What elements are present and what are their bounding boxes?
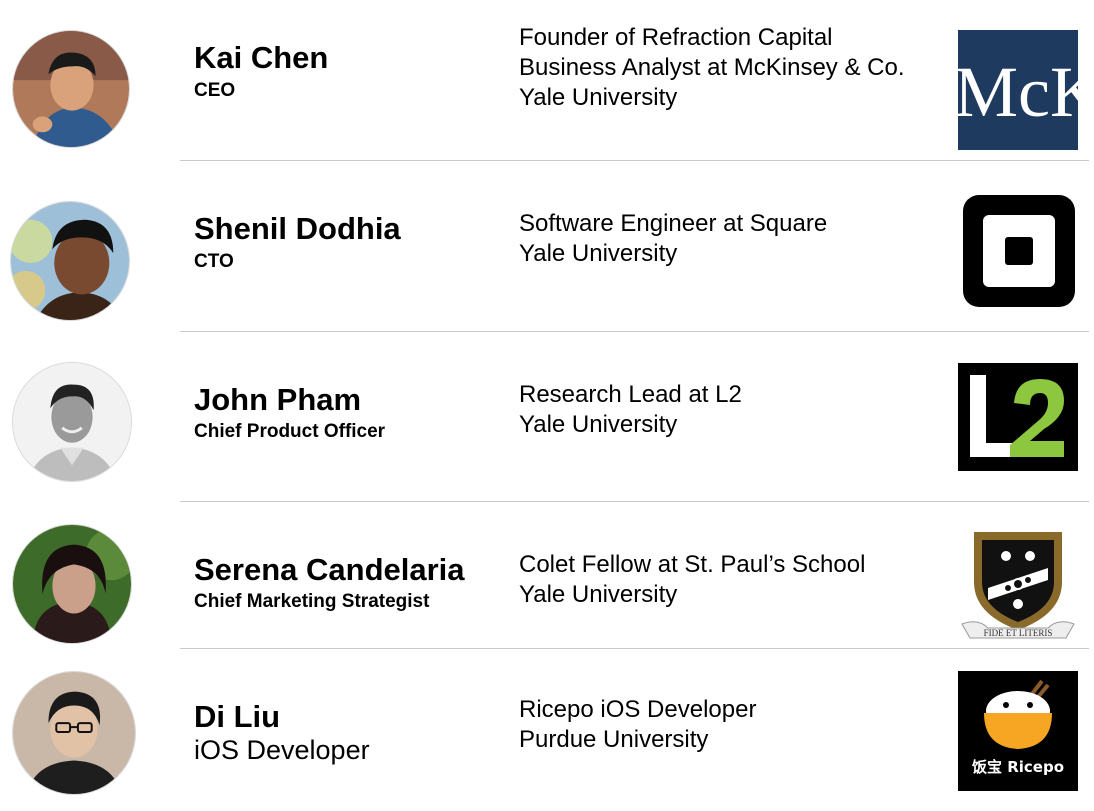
detail-line: Yale University: [519, 411, 678, 438]
member-name: Serena Candelaria: [194, 552, 465, 587]
member-name: John Pham: [194, 382, 362, 417]
avatar-john-pham: [12, 362, 132, 482]
member-name: Di Liu: [194, 699, 281, 734]
member-name: Shenil Dodhia: [194, 211, 401, 246]
member-details: Ricepo iOS Developer Purdue University: [519, 695, 756, 755]
detail-line: Research Lead at L2: [519, 381, 742, 408]
l2-logo: [958, 363, 1078, 471]
member-role: iOS Developer: [194, 735, 370, 765]
detail-line: Yale University: [519, 84, 678, 111]
ricepo-logo-text: 饭宝 Ricepo: [971, 758, 1064, 776]
member-role: Chief Marketing Strategist: [194, 591, 430, 612]
team-member-row: Serena Candelaria Chief Marketing Strate…: [0, 502, 1094, 648]
member-details: Founder of Refraction Capital Business A…: [519, 23, 905, 113]
member-role: Chief Product Officer: [194, 421, 386, 442]
detail-line: Yale University: [519, 581, 678, 608]
member-name: Kai Chen: [194, 40, 329, 75]
detail-line: Software Engineer at Square: [519, 210, 828, 237]
avatar-serena-candelaria: [12, 524, 132, 644]
detail-line: Business Analyst at McKinsey & Co.: [519, 54, 905, 81]
team-member-row: Di Liu iOS Developer Ricepo iOS Develope…: [0, 649, 1094, 811]
ricepo-logo: 饭宝 Ricepo: [958, 671, 1078, 791]
mckinsey-logo-text: McK: [958, 52, 1078, 132]
detail-line: Ricepo iOS Developer: [519, 696, 757, 723]
crest-motto: FIDE ET LITERIS: [984, 628, 1053, 638]
team-member-row: John Pham Chief Product Officer Research…: [0, 332, 1094, 502]
mckinsey-logo: McK: [958, 30, 1078, 150]
avatar-shenil-dodhia: [10, 201, 130, 321]
detail-line: Purdue University: [519, 726, 709, 753]
square-logo: [963, 195, 1075, 307]
team-member-row: Kai Chen CEO Founder of Refraction Capit…: [0, 0, 1094, 160]
member-details: Software Engineer at Square Yale Univers…: [519, 209, 827, 269]
detail-line: Colet Fellow at St. Paul’s School: [519, 551, 866, 578]
avatar-kai-chen: [12, 30, 130, 148]
member-details: Research Lead at L2 Yale University: [519, 380, 742, 440]
member-role: CTO: [194, 251, 234, 272]
avatar-di-liu: [12, 671, 136, 795]
member-role: CEO: [194, 80, 236, 101]
detail-line: Yale University: [519, 240, 678, 267]
st-pauls-school-crest: FIDE ET LITERIS: [958, 528, 1078, 644]
team-member-row: Shenil Dodhia CTO Software Engineer at S…: [0, 161, 1094, 331]
detail-line: Founder of Refraction Capital: [519, 24, 833, 51]
member-details: Colet Fellow at St. Paul’s School Yale U…: [519, 550, 865, 610]
